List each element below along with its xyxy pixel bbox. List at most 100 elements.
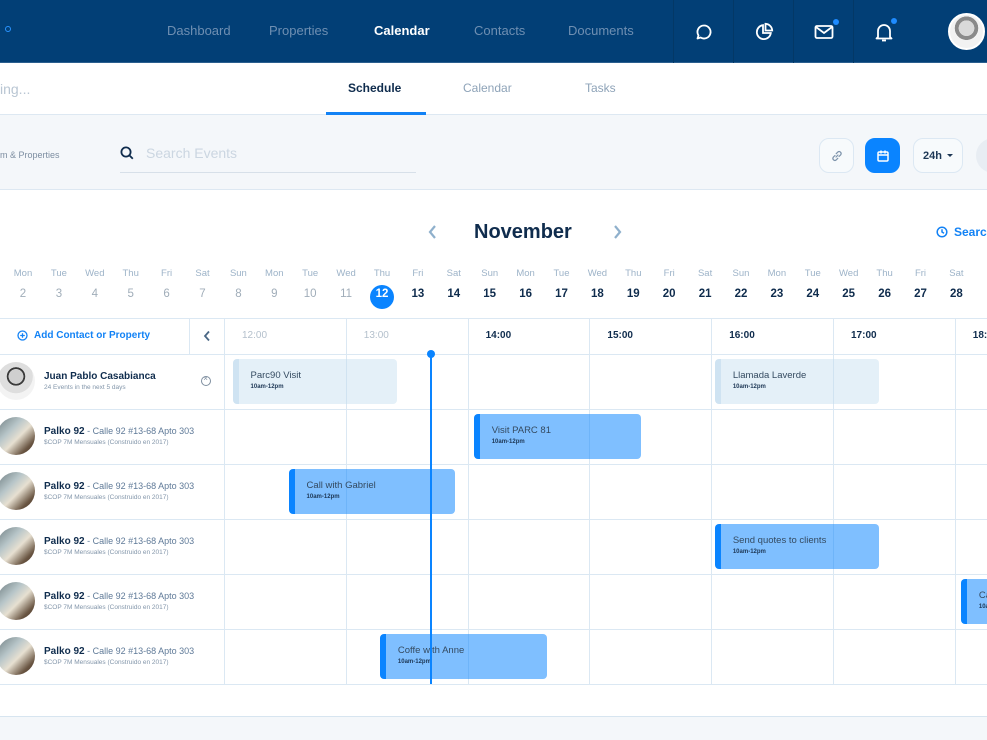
property-name[interactable]: Palko 92 - Calle 92 #13-68 Apto 303 <box>44 591 194 602</box>
day-number-button[interactable]: 18 <box>582 288 612 300</box>
grid-column-line <box>589 318 591 684</box>
day-of-week-label: Wed <box>336 268 356 279</box>
day-number-button[interactable]: 8 <box>223 288 253 300</box>
chevron-left-icon <box>428 225 436 239</box>
event-card[interactable]: Llamada Laverde 10am-12pm <box>714 359 880 404</box>
hour-label: 15:00 <box>607 330 633 341</box>
day-number-button[interactable]: 10 <box>295 288 325 300</box>
property-thumbnail <box>0 637 35 675</box>
day-number-button[interactable]: 13 <box>403 288 433 300</box>
row-title-text: Juan Pablo Casabianca <box>44 371 156 382</box>
search-icon <box>120 146 134 165</box>
nav-dashboard[interactable]: Dashboard <box>167 23 231 38</box>
reports-button[interactable] <box>733 0 793 63</box>
grid-column-line <box>224 318 225 684</box>
event-card[interactable]: Parc90 Visit 10am-12pm <box>232 359 397 404</box>
event-title: Coffe with Anne <box>397 645 465 656</box>
tab-calendar[interactable]: Calendar <box>463 81 512 95</box>
current-time-dot <box>427 350 436 358</box>
next-month-button[interactable] <box>613 224 623 245</box>
nav-documents[interactable]: Documents <box>568 23 634 38</box>
hour-label: 17:00 <box>851 330 877 341</box>
property-price: $COP 7M Mensuales (Construido en 2017) <box>44 549 169 556</box>
grid-row-line <box>0 354 987 355</box>
day-number-button[interactable]: 27 <box>906 288 936 300</box>
property-name[interactable]: Palko 92 - Calle 92 #13-68 Apto 303 <box>44 646 194 657</box>
event-time: 10am-12pm <box>306 494 340 500</box>
tab-tasks[interactable]: Tasks <box>585 81 616 95</box>
day-number-button[interactable]: 22 <box>726 288 756 300</box>
day-number-button[interactable]: 9 <box>259 288 289 300</box>
day-number-button[interactable]: 14 <box>439 288 469 300</box>
remove-contact-icon[interactable] <box>201 374 211 386</box>
day-number-button[interactable]: 4 <box>80 288 110 300</box>
day-number-button[interactable]: 6 <box>152 288 182 300</box>
chat-button[interactable] <box>673 0 733 63</box>
property-address: - Calle 92 #13-68 Apto 303 <box>84 426 195 436</box>
event-card[interactable]: Coffe with Anne 10am-12pm <box>379 634 547 679</box>
day-number-button[interactable]: 15 <box>475 288 505 300</box>
share-link-button[interactable] <box>819 138 854 173</box>
day-of-week-label: Wed <box>85 268 105 279</box>
grid-row-line <box>0 409 987 410</box>
contact-name[interactable]: Juan Pablo Casabianca <box>44 371 156 382</box>
more-button[interactable] <box>976 138 987 173</box>
schedule-grid: Add Contact or Property 12:00 13:00 14:00 1… <box>0 318 987 685</box>
day-number-button[interactable]: 3 <box>44 288 74 300</box>
day-number-button[interactable]: 23 <box>762 288 792 300</box>
mail-button[interactable] <box>793 0 853 63</box>
nav-calendar[interactable]: Calendar <box>374 23 430 38</box>
day-number-button[interactable]: 5 <box>116 288 146 300</box>
search-link[interactable]: Search <box>936 225 987 239</box>
day-number-button[interactable]: 25 <box>834 288 864 300</box>
property-thumbnail <box>0 527 35 565</box>
property-name[interactable]: Palko 92 - Calle 92 #13-68 Apto 303 <box>44 481 194 492</box>
day-of-week-label: Fri <box>161 268 173 279</box>
day-of-week-label: Wed <box>839 268 859 279</box>
event-card[interactable]: Visit PARC 81 10am-12pm <box>473 414 641 459</box>
property-address: - Calle 92 #13-68 Apto 303 <box>84 481 195 491</box>
row-title-text: Palko 92 <box>44 481 85 492</box>
grid-column-line <box>711 318 713 684</box>
day-number-button[interactable]: 12 <box>367 288 397 300</box>
nav-contacts[interactable]: Contacts <box>474 23 525 38</box>
contact-avatar <box>0 362 35 400</box>
day-number-button[interactable]: 19 <box>618 288 648 300</box>
day-of-week-label: Thu <box>122 268 139 279</box>
mail-badge <box>833 19 839 25</box>
day-of-week-label: Sat <box>195 268 210 279</box>
tab-schedule[interactable]: Schedule <box>348 81 401 95</box>
event-card[interactable]: Ca 10a <box>960 579 987 624</box>
grid-row-line <box>0 464 987 465</box>
day-number-button[interactable]: 28 <box>941 288 971 300</box>
event-time: 10am-12pm <box>250 384 284 390</box>
user-avatar[interactable] <box>948 13 985 50</box>
hours-format-select[interactable]: 24h <box>913 138 963 173</box>
day-number-button[interactable]: 11 <box>331 288 361 300</box>
event-card[interactable]: Send quotes to clients 10am-12pm <box>714 524 880 569</box>
search-events-input[interactable] <box>146 145 396 161</box>
day-number-button[interactable]: 24 <box>798 288 828 300</box>
nav-properties[interactable]: Properties <box>269 23 328 38</box>
hour-label: 12:00 <box>242 330 268 341</box>
day-number-button[interactable]: 2 <box>8 288 38 300</box>
month-title: November <box>474 221 572 243</box>
property-name[interactable]: Palko 92 - Calle 92 #13-68 Apto 303 <box>44 426 194 437</box>
property-name[interactable]: Palko 92 - Calle 92 #13-68 Apto 303 <box>44 536 194 547</box>
notifications-button[interactable] <box>853 0 913 63</box>
logo-icon[interactable] <box>5 26 11 32</box>
day-number-button[interactable]: 21 <box>690 288 720 300</box>
calendar-view-button[interactable] <box>865 138 900 173</box>
filter-label[interactable]: m & Properties <box>0 150 60 160</box>
previous-month-button[interactable] <box>427 224 437 245</box>
property-price: $COP 7M Mensuales (Construido en 2017) <box>44 604 169 611</box>
collapse-sidebar-button[interactable] <box>190 318 224 354</box>
add-contact-button[interactable]: Add Contact or Property <box>17 330 150 341</box>
day-number-button[interactable]: 17 <box>547 288 577 300</box>
pie-chart-icon <box>755 22 773 40</box>
day-of-week-label: Fri <box>412 268 424 279</box>
day-number-button[interactable]: 26 <box>870 288 900 300</box>
day-number-button[interactable]: 16 <box>511 288 541 300</box>
day-number-button[interactable]: 7 <box>188 288 218 300</box>
day-number-button[interactable]: 20 <box>654 288 684 300</box>
